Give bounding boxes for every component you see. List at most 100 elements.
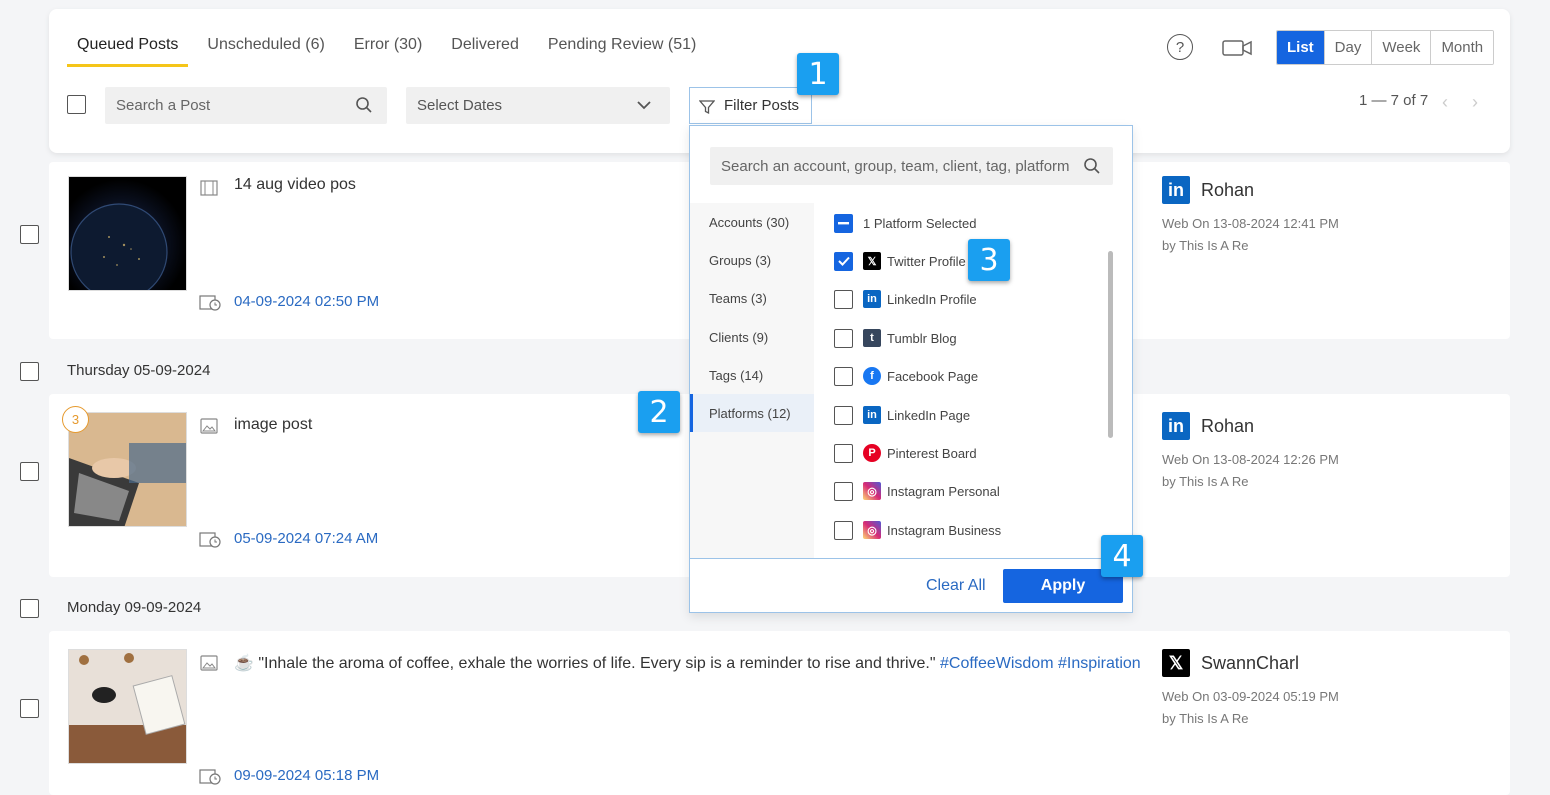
pager-text: 1 — 7 of 7 xyxy=(1359,92,1429,109)
checkbox[interactable] xyxy=(834,328,853,348)
view-week-button[interactable]: Week xyxy=(1372,31,1432,64)
calendar-clock-icon xyxy=(199,295,221,311)
clear-all-button[interactable]: Clear All xyxy=(926,577,986,595)
chevron-down-icon xyxy=(637,101,651,110)
checkbox[interactable] xyxy=(834,520,853,540)
checkbox[interactable] xyxy=(834,289,853,309)
post-thumbnail[interactable] xyxy=(68,176,187,291)
post-title[interactable]: ☕ "Inhale the aroma of coffee, exhale th… xyxy=(234,653,1141,673)
post-card: ☕ "Inhale the aroma of coffee, exhale th… xyxy=(49,631,1510,795)
filter-posts-button[interactable]: Filter Posts xyxy=(689,87,812,124)
checkbox[interactable] xyxy=(834,405,853,425)
filter-search-input[interactable]: Search an account, group, team, client, … xyxy=(710,147,1113,185)
facebook-icon: f xyxy=(863,367,881,385)
select-dates-dropdown[interactable]: Select Dates xyxy=(406,87,670,124)
x-icon: 𝕏 xyxy=(1162,649,1190,677)
option-label: Instagram Business xyxy=(887,522,1002,538)
search-post-placeholder: Search a Post xyxy=(116,97,211,114)
pinterest-icon: P xyxy=(863,444,881,462)
option-instagram-personal[interactable]: ◎ Instagram Personal xyxy=(834,481,1000,501)
option-twitter-profile[interactable]: 𝕏 Twitter Profile xyxy=(834,251,966,271)
checkbox[interactable] xyxy=(834,481,853,501)
image-post-icon xyxy=(200,418,218,434)
checkbox[interactable] xyxy=(834,443,853,463)
option-pinterest-board[interactable]: P Pinterest Board xyxy=(834,443,977,463)
category-teams[interactable]: Teams (3) xyxy=(690,279,814,317)
post-author-info: by This Is A Re xyxy=(1162,711,1249,726)
category-accounts[interactable]: Accounts (30) xyxy=(690,203,814,241)
view-switch: List Day Week Month xyxy=(1276,30,1495,65)
option-instagram-business[interactable]: ◎ Instagram Business xyxy=(834,520,1001,540)
partial-checkbox[interactable] xyxy=(834,213,853,233)
option-label: Instagram Personal xyxy=(887,483,1000,499)
post-checkbox[interactable] xyxy=(20,462,39,481)
option-linkedin-profile[interactable]: in LinkedIn Profile xyxy=(834,289,977,309)
image-post-icon xyxy=(200,655,218,671)
option-linkedin-page[interactable]: in LinkedIn Page xyxy=(834,405,970,425)
tab-pending-review[interactable]: Pending Review (51) xyxy=(538,36,707,67)
post-thumbnail[interactable] xyxy=(68,412,187,527)
account-name: SwannCharl xyxy=(1201,653,1300,673)
day-label: Monday 09-09-2024 xyxy=(67,599,202,616)
checked-checkbox[interactable] xyxy=(834,251,853,271)
view-list-button[interactable]: List xyxy=(1277,31,1325,64)
laptop-image xyxy=(69,413,186,526)
post-tabs: Queued Posts Unscheduled (6) Error (30) … xyxy=(67,36,715,67)
help-icon[interactable]: ? xyxy=(1167,34,1193,60)
post-created-info: Web On 13-08-2024 12:41 PM xyxy=(1162,216,1339,231)
chevron-left-icon[interactable]: ‹ xyxy=(1442,92,1448,113)
option-label: Pinterest Board xyxy=(887,445,977,461)
post-scheduled-date[interactable]: 04-09-2024 02:50 PM xyxy=(234,293,379,310)
select-dates-label: Select Dates xyxy=(417,97,503,114)
post-created-info: Web On 13-08-2024 12:26 PM xyxy=(1162,452,1339,467)
post-thumbnail[interactable] xyxy=(68,649,187,764)
post-checkbox[interactable] xyxy=(20,225,39,244)
select-all-checkbox[interactable] xyxy=(67,95,86,114)
calendar-clock-icon xyxy=(199,532,221,548)
select-all-platforms-option[interactable]: 1 Platform Selected xyxy=(834,213,976,233)
post-checkbox[interactable] xyxy=(20,699,39,718)
post-title[interactable]: image post xyxy=(234,416,312,434)
option-tumblr-blog[interactable]: t Tumblr Blog xyxy=(834,328,957,348)
category-clients[interactable]: Clients (9) xyxy=(690,318,814,356)
post-author-info: by This Is A Re xyxy=(1162,474,1249,489)
post-created-info: Web On 03-09-2024 05:19 PM xyxy=(1162,689,1339,704)
post-scheduled-date[interactable]: 05-09-2024 07:24 AM xyxy=(234,530,378,547)
day-checkbox[interactable] xyxy=(20,362,39,381)
option-label: Tumblr Blog xyxy=(887,330,957,346)
post-scheduled-date[interactable]: 09-09-2024 05:18 PM xyxy=(234,767,379,784)
search-post-input[interactable]: Search a Post xyxy=(105,87,387,124)
tab-unscheduled[interactable]: Unscheduled (6) xyxy=(197,36,334,67)
chevron-right-icon[interactable]: › xyxy=(1472,92,1478,113)
scrollbar[interactable] xyxy=(1108,251,1113,438)
post-hashtags[interactable]: #CoffeeWisdom #Inspiration xyxy=(940,655,1141,672)
tab-error[interactable]: Error (30) xyxy=(344,36,432,67)
option-label: Twitter Profile xyxy=(887,253,966,269)
search-icon xyxy=(356,97,372,113)
category-groups[interactable]: Groups (3) xyxy=(690,241,814,279)
checkbox[interactable] xyxy=(834,366,853,386)
minus-icon xyxy=(838,221,849,224)
x-icon: 𝕏 xyxy=(863,252,881,270)
view-day-button[interactable]: Day xyxy=(1324,31,1373,64)
post-title[interactable]: 14 aug video pos xyxy=(234,176,356,194)
step-marker-1: 1 xyxy=(797,53,839,95)
video-post-icon xyxy=(200,180,218,196)
day-checkbox[interactable] xyxy=(20,599,39,618)
option-label: LinkedIn Profile xyxy=(887,291,977,307)
category-tags[interactable]: Tags (14) xyxy=(690,356,814,394)
option-label: 1 Platform Selected xyxy=(863,215,977,231)
linkedin-icon: in xyxy=(1162,412,1190,440)
filter-categories: Accounts (30) Groups (3) Teams (3) Clien… xyxy=(690,203,814,558)
linkedin-icon: in xyxy=(863,290,881,308)
tab-queued-posts[interactable]: Queued Posts xyxy=(67,36,189,67)
category-platforms[interactable]: Platforms (12) xyxy=(690,394,814,432)
filter-icon xyxy=(699,100,715,115)
video-camera-icon[interactable] xyxy=(1222,39,1252,57)
post-author-info: by This Is A Re xyxy=(1162,238,1249,253)
coffee-emoji-icon: ☕ xyxy=(234,655,259,672)
option-facebook-page[interactable]: f Facebook Page xyxy=(834,366,978,386)
tab-delivered[interactable]: Delivered xyxy=(441,36,529,67)
linkedin-icon: in xyxy=(863,406,881,424)
view-month-button[interactable]: Month xyxy=(1431,31,1494,64)
